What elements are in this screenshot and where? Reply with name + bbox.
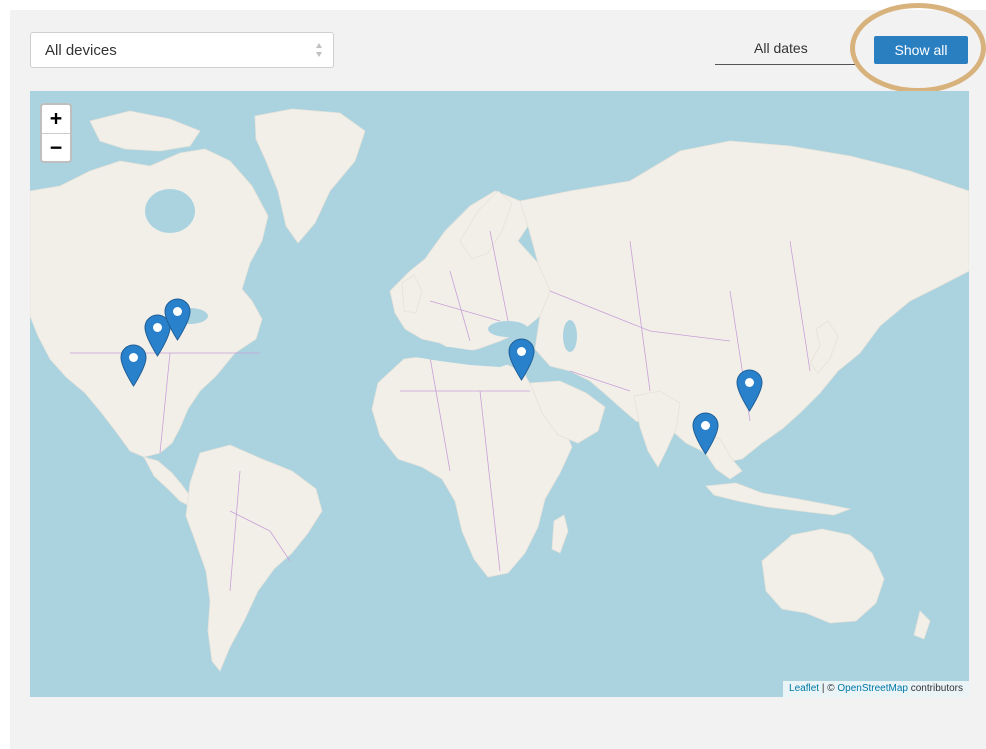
caspian-sea [563,320,577,352]
map-marker[interactable] [736,369,763,412]
date-filter-field[interactable]: All dates [715,36,855,65]
map-pin-icon [736,369,763,412]
map-marker[interactable] [692,412,719,455]
north-america-land [30,148,269,458]
map-pin-icon [508,338,535,381]
attribution-suffix: contributors [907,683,963,694]
select-arrows-icon [316,43,322,57]
date-filter-value: All dates [754,40,808,56]
map-marker[interactable] [164,298,191,341]
greenland-land [254,108,366,244]
map-pin-icon [692,412,719,455]
hudson-bay [145,189,195,233]
device-select-value: All devices [45,42,117,59]
map-pin-icon [164,298,191,341]
india-land [633,390,681,468]
zoom-in-button[interactable]: + [42,105,70,134]
arctic-islands-land [89,110,201,152]
madagascar-land [551,514,569,554]
australia-land [761,528,885,624]
attribution-separator: | © [819,683,838,694]
south-america-land [185,444,323,672]
map-tiles [30,108,969,672]
leaflet-link[interactable]: Leaflet [789,683,819,694]
zoom-out-button[interactable]: − [42,134,70,162]
device-select[interactable]: All devices [30,32,334,68]
openstreetmap-link[interactable]: OpenStreetMap [837,683,908,694]
map-pin-icon [120,344,147,387]
world-map[interactable]: + − Leaflet | © OpenStreetMap contributo… [30,91,969,697]
black-sea [488,321,528,337]
show-all-button[interactable]: Show all [874,36,968,64]
indonesia-land [705,482,852,516]
zoom-control: + − [40,103,72,163]
map-marker[interactable] [120,344,147,387]
map-panel: All devices All dates Show all + − Leafl… [10,3,986,749]
new-zealand-land [913,610,931,640]
map-marker[interactable] [508,338,535,381]
map-attribution: Leaflet | © OpenStreetMap contributors [783,681,969,697]
